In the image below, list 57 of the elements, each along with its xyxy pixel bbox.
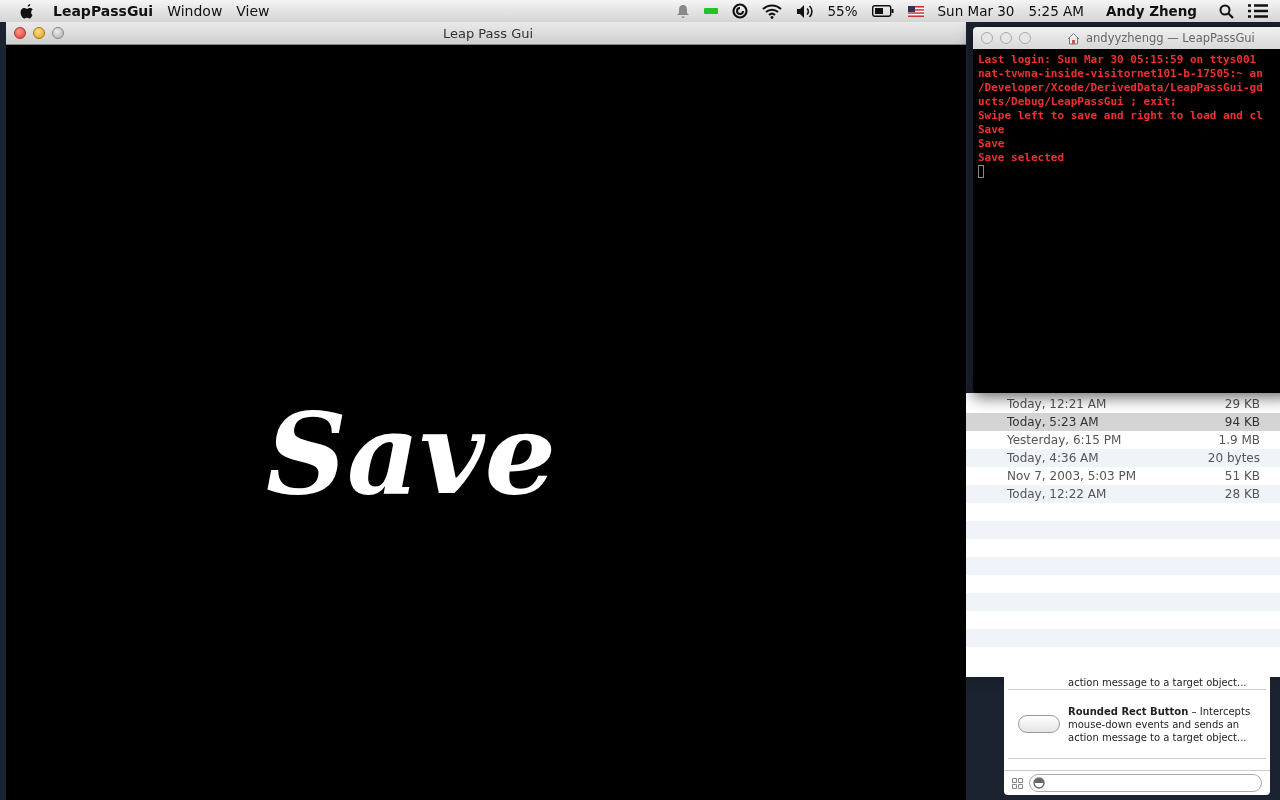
file-row[interactable]: Today, 12:22 AM 28 KB [966, 485, 1280, 503]
battery-icon[interactable] [871, 5, 894, 17]
date-modified: Today, 5:23 AM [1007, 415, 1099, 429]
volume-icon[interactable] [795, 3, 814, 19]
file-size: 20 bytes [1207, 451, 1260, 465]
window-title: andyyzhengg — LeapPassGui [1086, 31, 1255, 45]
date-modified: Today, 4:36 AM [1007, 451, 1099, 465]
gesture-label: Save [266, 388, 556, 519]
terminal-output-line: Save selected [978, 151, 1065, 165]
rounded-button-preview-icon [1018, 715, 1060, 733]
file-size: 1.9 MB [1218, 433, 1260, 447]
date-modified: Today, 12:22 AM [1007, 487, 1107, 501]
terminal-output-line: Save [978, 123, 1005, 137]
date-modified: Nov 7, 2003, 5:03 PM [1007, 469, 1137, 483]
terminal-output-line: Last login: Sun Mar 30 05:15:59 on ttys001 [978, 53, 1257, 67]
list-icon[interactable] [1248, 4, 1268, 18]
file-row[interactable]: Yesterday, 6:15 PM 1.9 MB [966, 431, 1280, 449]
menu-item[interactable]: View [236, 3, 270, 19]
file-size: 51 KB [1224, 469, 1260, 483]
text-cursor [978, 165, 984, 178]
item-description: action message to a target object... [1068, 676, 1247, 689]
close-button[interactable] [14, 27, 26, 39]
flag-icon[interactable] [907, 5, 924, 17]
grid-view-icon[interactable] [1012, 777, 1023, 789]
terminal-output-line: Swipe left to save and right to load and cl [978, 109, 1263, 123]
date-modified: Yesterday, 6:15 PM [1007, 433, 1122, 447]
minimize-button[interactable] [33, 27, 45, 39]
search-icon[interactable] [1219, 3, 1234, 19]
file-row[interactable]: Today, 4:36 AM 20 bytes [966, 449, 1280, 467]
user-name[interactable]: Andy Zheng [1105, 3, 1197, 19]
item-description: Rounded Rect Button – Intercepts mouse-down events and sends an action message to a target object... [1068, 704, 1252, 744]
filter-icon [1033, 777, 1045, 789]
home-icon [1067, 31, 1080, 45]
file-row[interactable]: Today, 5:23 AM 94 KB [966, 413, 1280, 431]
spiral-icon[interactable] [731, 3, 748, 19]
menu-item[interactable]: Window [167, 3, 223, 19]
terminal-output-line: nat-tvwna-inside-visitornet101-b-17505:~ an [978, 67, 1263, 81]
app-menu[interactable]: LeapPassGui [53, 3, 154, 19]
battery-percentage[interactable]: 55% [827, 3, 858, 19]
file-row[interactable]: Today, 12:21 AM 29 KB [966, 395, 1280, 413]
zoom-button[interactable] [52, 27, 64, 39]
menu-bar-time[interactable]: 5:25 AM [1028, 3, 1084, 19]
filter-field[interactable] [1029, 774, 1262, 792]
window-title: Leap Pass Gui [443, 25, 534, 41]
bell-icon[interactable] [675, 3, 690, 19]
file-size: 94 KB [1224, 415, 1260, 429]
file-row[interactable]: Nov 7, 2003, 5:03 PM 51 KB [966, 467, 1280, 485]
menu-bar-date[interactable]: Sun Mar 30 [937, 3, 1015, 19]
wifi-icon[interactable] [761, 3, 782, 19]
apple-icon[interactable] [20, 2, 35, 20]
date-modified: Today, 12:21 AM [1007, 397, 1107, 411]
terminal-output-line: ucts/Debug/LeapPassGui ; exit; [978, 95, 1177, 109]
file-size: 28 KB [1224, 487, 1260, 501]
terminal-output-line: Save [978, 137, 1005, 151]
library-item[interactable]: Rounded Rect Button – Intercepts mouse-down events and sends an action message to a target object... [1008, 690, 1266, 759]
file-size: 29 KB [1224, 397, 1260, 411]
terminal-output-line: /Developer/Xcode/DerivedData/LeapPassGui-gd [978, 81, 1263, 95]
